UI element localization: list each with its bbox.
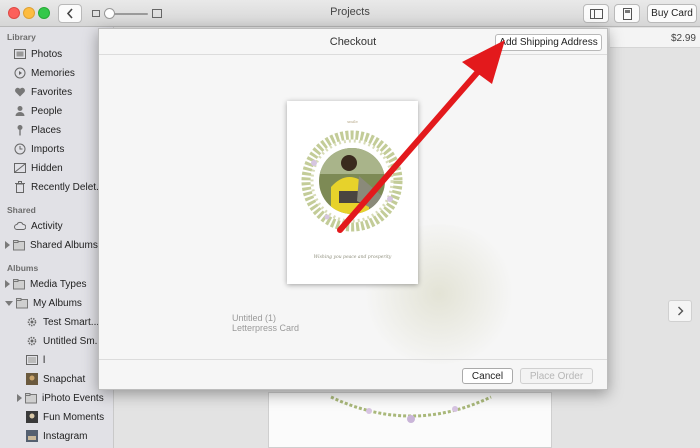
album-icon xyxy=(26,355,38,365)
price-label: $2.99 xyxy=(670,33,696,44)
albums-header: Albums xyxy=(7,263,39,273)
sidebar-item-iphoto-events[interactable]: iPhoto Events xyxy=(0,389,113,407)
folder-icon xyxy=(13,279,25,290)
sidebar-item-people[interactable]: People xyxy=(0,102,113,120)
info-panel-button[interactable] xyxy=(583,4,609,23)
sidebar-item-label: Activity xyxy=(31,220,63,232)
sidebar-item-label: Recently Delet... xyxy=(31,181,105,193)
sidebar-item-label: Untitled Sm... xyxy=(43,335,104,347)
project-type: Letterpress Card xyxy=(232,323,300,333)
sidebar-item-label: Fun Moments xyxy=(43,411,105,423)
card-caption: Wishing you peace and prosperity xyxy=(313,255,392,260)
disclosure-triangle-open-icon[interactable] xyxy=(5,300,13,306)
thumbnail-icon xyxy=(26,411,38,423)
disclosure-triangle-icon[interactable] xyxy=(5,241,10,249)
place-order-button[interactable]: Place Order xyxy=(520,368,593,384)
cancel-button[interactable]: Cancel xyxy=(462,368,513,384)
checkout-sheet: Checkout Add Shipping Address smile Wish… xyxy=(98,28,608,390)
card-preview: smile Wishing you peace and prosperity xyxy=(287,101,418,284)
trash-icon xyxy=(15,181,25,193)
checkout-footer: Cancel Place Order xyxy=(99,359,607,389)
add-shipping-address-button[interactable]: Add Shipping Address xyxy=(495,34,602,51)
cloud-icon xyxy=(14,221,26,230)
sidebar-item-label: Photos xyxy=(31,48,63,60)
person-icon xyxy=(15,106,25,116)
sidebar-item-memories[interactable]: Memories xyxy=(0,64,113,82)
card-icon xyxy=(622,7,632,20)
sidebar-item-media-types[interactable]: Media Types xyxy=(0,275,113,293)
sidebar-item-label: Snapchat xyxy=(43,373,86,385)
checkout-header: Checkout Add Shipping Address xyxy=(99,29,607,55)
sidebar-item-shared-albums[interactable]: Shared Albums xyxy=(0,236,113,254)
sidebar-item-recently-deleted[interactable]: Recently Delet... xyxy=(0,178,113,196)
wreath-decoration xyxy=(330,395,492,423)
sidebar-item-label: Imports xyxy=(31,143,65,155)
next-page-button[interactable] xyxy=(668,300,692,322)
background-card-preview xyxy=(268,392,552,448)
heart-icon xyxy=(15,87,25,97)
gear-icon xyxy=(27,317,37,327)
sidebar-item-snapchat[interactable]: Snapchat xyxy=(0,370,113,388)
disclosure-triangle-icon[interactable] xyxy=(5,280,10,288)
shared-header: Shared xyxy=(7,205,36,215)
buy-card-button[interactable]: Buy Card xyxy=(647,4,697,23)
sidebar-item-places[interactable]: Places xyxy=(0,121,113,139)
photos-icon xyxy=(14,49,26,59)
card-view-button[interactable] xyxy=(614,4,640,23)
pin-icon xyxy=(17,125,23,136)
sidebar-item-label: Instagram xyxy=(43,430,88,442)
thumbnail-icon xyxy=(26,373,38,385)
thumbnail-icon xyxy=(26,430,38,442)
sidebar-item-label: Test Smart... xyxy=(43,316,100,328)
sidebar-item-imports[interactable]: Imports xyxy=(0,140,113,158)
sidebar-item-favorites[interactable]: Favorites xyxy=(0,83,113,101)
hidden-icon xyxy=(14,163,26,173)
sidebar: Library Photos Memories Favorites People… xyxy=(0,27,114,448)
sidebar-item-test-smart[interactable]: Test Smart... xyxy=(0,313,113,331)
sidebar-item-my-albums[interactable]: My Albums xyxy=(0,294,113,312)
sidebar-item-photos[interactable]: Photos xyxy=(0,45,113,63)
sidebar-item-l[interactable]: l xyxy=(0,351,113,369)
title-bar: Projects Buy Card xyxy=(0,0,700,27)
sidebar-item-label: Memories xyxy=(31,67,75,79)
sidebar-item-label: Hidden xyxy=(31,162,63,174)
sidebar-panel-icon xyxy=(589,8,603,19)
folder-icon xyxy=(25,393,37,404)
library-header: Library xyxy=(7,32,36,42)
sidebar-item-label: Media Types xyxy=(30,278,87,290)
project-name: Untitled (1) xyxy=(232,313,277,323)
sidebar-item-untitled-smart[interactable]: Untitled Sm... xyxy=(0,332,113,350)
memories-icon xyxy=(14,67,26,79)
sidebar-item-label: Shared Albums xyxy=(30,239,98,251)
sidebar-item-label: My Albums xyxy=(33,297,82,309)
sidebar-item-instagram[interactable]: Instagram xyxy=(0,427,113,445)
sidebar-item-activity[interactable]: Activity xyxy=(0,217,113,235)
chevron-right-icon xyxy=(677,306,683,316)
folder-icon xyxy=(16,298,28,309)
clock-icon xyxy=(14,143,26,155)
sidebar-item-hidden[interactable]: Hidden xyxy=(0,159,113,177)
sidebar-item-label: Favorites xyxy=(31,86,73,98)
sidebar-item-fun-moments[interactable]: Fun Moments xyxy=(0,408,113,426)
price-row: $2.99 xyxy=(610,28,700,48)
disclosure-triangle-icon[interactable] xyxy=(17,394,22,402)
sidebar-item-label: Places xyxy=(31,124,62,136)
sidebar-item-label: People xyxy=(31,105,63,117)
folder-icon xyxy=(13,240,25,251)
gear-icon xyxy=(27,336,37,346)
sidebar-item-label: l xyxy=(43,354,46,366)
sidebar-item-label: iPhoto Events xyxy=(42,392,104,404)
